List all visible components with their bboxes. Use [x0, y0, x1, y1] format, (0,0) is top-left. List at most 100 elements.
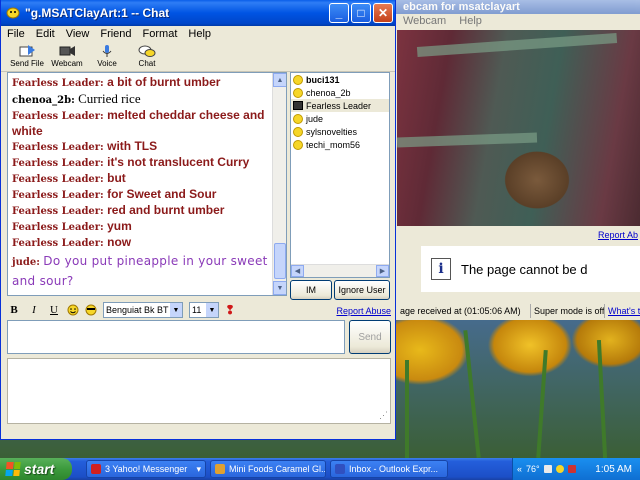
user-name: jude	[306, 113, 324, 124]
menu-file[interactable]: File	[7, 28, 25, 40]
user-list-item[interactable]: techi_mom56	[291, 138, 389, 151]
menu-friend[interactable]: Friend	[100, 28, 131, 40]
taskbar: start 3 Yahoo! Messenger ▾ Mini Foods Ca…	[0, 458, 640, 480]
message-nick[interactable]: Fearless Leader:	[12, 238, 104, 249]
task-yahoo-messenger[interactable]: 3 Yahoo! Messenger ▾	[86, 460, 206, 478]
task-label: Inbox - Outlook Expr...	[349, 464, 439, 474]
menu-webcam[interactable]: Webcam	[403, 15, 446, 27]
chat-bubbles-icon	[138, 45, 156, 57]
font-size-select[interactable]: 11 ▼	[189, 302, 219, 318]
chevron-down-icon: ▼	[170, 303, 182, 317]
menu-format[interactable]: Format	[143, 28, 178, 40]
send-button[interactable]: Send	[349, 320, 391, 354]
message-nick[interactable]: jude:	[12, 257, 40, 268]
ignore-user-button[interactable]: Ignore User	[334, 280, 390, 300]
message-nick[interactable]: Fearless Leader:	[12, 111, 104, 122]
task-mini-foods[interactable]: Mini Foods Caramel Gl...	[210, 460, 326, 478]
scroll-thumb[interactable]	[274, 243, 286, 279]
message-text: now	[107, 235, 132, 249]
scroll-up-arrow-icon[interactable]: ▲	[273, 73, 286, 87]
message-text: for Sweet and Sour	[107, 187, 217, 201]
chat-message: Fearless Leader: it's not translucent Cu…	[12, 155, 268, 171]
message-nick[interactable]: Fearless Leader:	[12, 222, 104, 233]
user-name: chenoa_2b	[306, 87, 351, 98]
smiley-icon	[293, 87, 303, 98]
status-received: age received at (01:05:06 AM)	[397, 304, 531, 318]
audible-icon[interactable]	[85, 304, 97, 316]
buzz-icon[interactable]: ❢	[225, 303, 235, 317]
menu-view[interactable]: View	[66, 28, 90, 40]
user-list-item[interactable]: jude	[291, 112, 389, 125]
scroll-left-arrow-icon[interactable]: ◀	[291, 265, 304, 277]
webcam-menubar: Webcam Help	[381, 14, 640, 28]
voice-button[interactable]: Voice	[87, 42, 127, 71]
report-abuse-link[interactable]: Report Abuse	[336, 306, 391, 316]
tray-app-icon[interactable]	[543, 465, 552, 473]
yahoo-icon	[91, 464, 101, 474]
menu-help[interactable]: Help	[188, 28, 211, 40]
status-super-mode: Super mode is off	[531, 304, 605, 318]
user-list-item[interactable]: sylsnovelties	[291, 125, 389, 138]
status-whats-this-link[interactable]: What's t	[605, 304, 640, 318]
user-list-hscrollbar[interactable]: ◀ ▶	[291, 264, 389, 277]
clock: 1:05 AM	[595, 463, 632, 475]
webcam-button[interactable]: Webcam	[47, 42, 87, 71]
chat-message: Fearless Leader: a bit of burnt umber	[12, 75, 268, 91]
start-button[interactable]: start	[0, 458, 72, 480]
send-file-button[interactable]: Send File	[7, 42, 47, 71]
user-list[interactable]: buci131 chenoa_2b Fearless Leader jude sylsn…	[290, 72, 390, 278]
chat-titlebar[interactable]: "g.MSATClayArt:1 -- Chat _ □ ✕	[1, 0, 395, 26]
smiley-icon	[293, 113, 303, 124]
message-nick[interactable]: Fearless Leader:	[12, 206, 104, 217]
user-name: Fearless Leader	[306, 100, 372, 111]
tray-security-icon[interactable]	[567, 465, 576, 473]
chat-button[interactable]: Chat	[127, 42, 167, 71]
webcam-video-feed	[396, 30, 640, 226]
message-nick[interactable]: Fearless Leader:	[12, 142, 104, 153]
bold-button[interactable]: B	[7, 304, 21, 316]
voice-label: Voice	[97, 59, 117, 68]
italic-button[interactable]: I	[27, 304, 41, 316]
webcam-report-abuse-link[interactable]: Report Ab	[598, 230, 638, 240]
webcam-statusbar: age received at (01:05:06 AM) Super mode…	[397, 304, 640, 318]
font-select[interactable]: Benguiat Bk BT ▼	[103, 302, 183, 318]
minimize-button[interactable]: _	[329, 3, 349, 23]
message-nick[interactable]: Fearless Leader:	[12, 78, 104, 89]
emoticon-icon[interactable]	[67, 304, 79, 316]
chat-message: Fearless Leader: yum	[12, 219, 268, 235]
scroll-down-arrow-icon[interactable]: ▼	[273, 281, 286, 295]
message-nick[interactable]: chenoa_2b:	[12, 95, 75, 106]
task-outlook-inbox[interactable]: Inbox - Outlook Expr...	[330, 460, 448, 478]
message-nick[interactable]: Fearless Leader:	[12, 174, 104, 185]
webcam-title: ebcam for msatclayart	[381, 0, 640, 14]
user-list-item[interactable]: buci131	[291, 73, 389, 86]
resize-grip-icon[interactable]: ⋰	[379, 410, 388, 421]
chat-message: Fearless Leader: melted cheddar cheese a…	[12, 108, 268, 139]
scroll-right-arrow-icon[interactable]: ▶	[376, 265, 389, 277]
menu-help[interactable]: Help	[459, 15, 482, 27]
chat-scrollbar[interactable]: ▲ ▼	[272, 73, 286, 295]
chat-title: "g.MSATClayArt:1 -- Chat	[25, 6, 170, 20]
maximize-button[interactable]: □	[351, 3, 371, 23]
chat-transcript[interactable]: Fearless Leader: a bit of burnt umber che…	[7, 72, 287, 296]
webcam-icon	[293, 101, 303, 110]
page-error-box: i The page cannot be d	[421, 246, 640, 292]
message-text: Do you put pineapple in your sweet and s…	[12, 254, 268, 288]
im-button[interactable]: IM	[290, 280, 332, 300]
menu-edit[interactable]: Edit	[36, 28, 55, 40]
page-error-text: The page cannot be d	[461, 261, 588, 277]
close-button[interactable]: ✕	[373, 3, 393, 23]
tray-expand-icon[interactable]: «	[517, 464, 522, 474]
message-nick[interactable]: Fearless Leader:	[12, 190, 104, 201]
message-input[interactable]	[7, 320, 345, 354]
underline-button[interactable]: U	[47, 304, 61, 316]
tray-yahoo-icon[interactable]	[555, 465, 564, 473]
user-list-item[interactable]: chenoa_2b	[291, 86, 389, 99]
chevron-down-icon: ▾	[196, 463, 201, 474]
user-list-item[interactable]: Fearless Leader	[291, 99, 389, 112]
message-nick[interactable]: Fearless Leader:	[12, 158, 104, 169]
tray-temperature[interactable]: 76°	[526, 464, 540, 474]
chat-toolbar: Send File Webcam Voice Chat	[1, 42, 395, 72]
send-file-icon	[19, 45, 35, 57]
message-text: with TLS	[107, 139, 158, 153]
